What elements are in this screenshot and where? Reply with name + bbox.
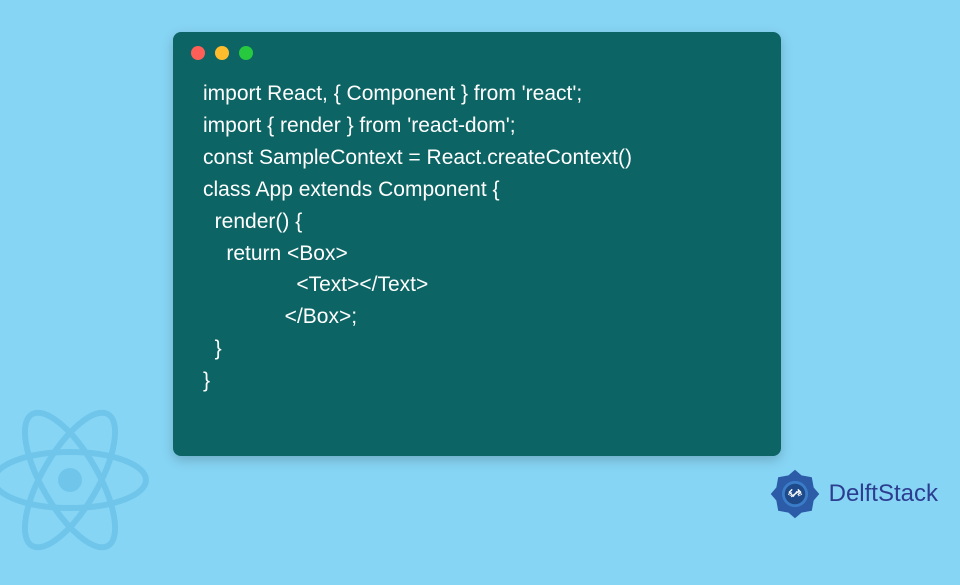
code-content: import React, { Component } from 'react'…	[173, 74, 781, 397]
minimize-icon	[215, 46, 229, 60]
delftstack-badge-icon: </>	[767, 466, 823, 522]
maximize-icon	[239, 46, 253, 60]
brand-name: DelftStack	[829, 480, 938, 508]
code-window: import React, { Component } from 'react'…	[173, 32, 781, 456]
react-logo-icon	[0, 380, 170, 580]
window-controls	[173, 32, 781, 74]
delftstack-logo: </> DelftStack	[767, 466, 938, 522]
close-icon	[191, 46, 205, 60]
svg-text:</>: </>	[787, 490, 802, 500]
